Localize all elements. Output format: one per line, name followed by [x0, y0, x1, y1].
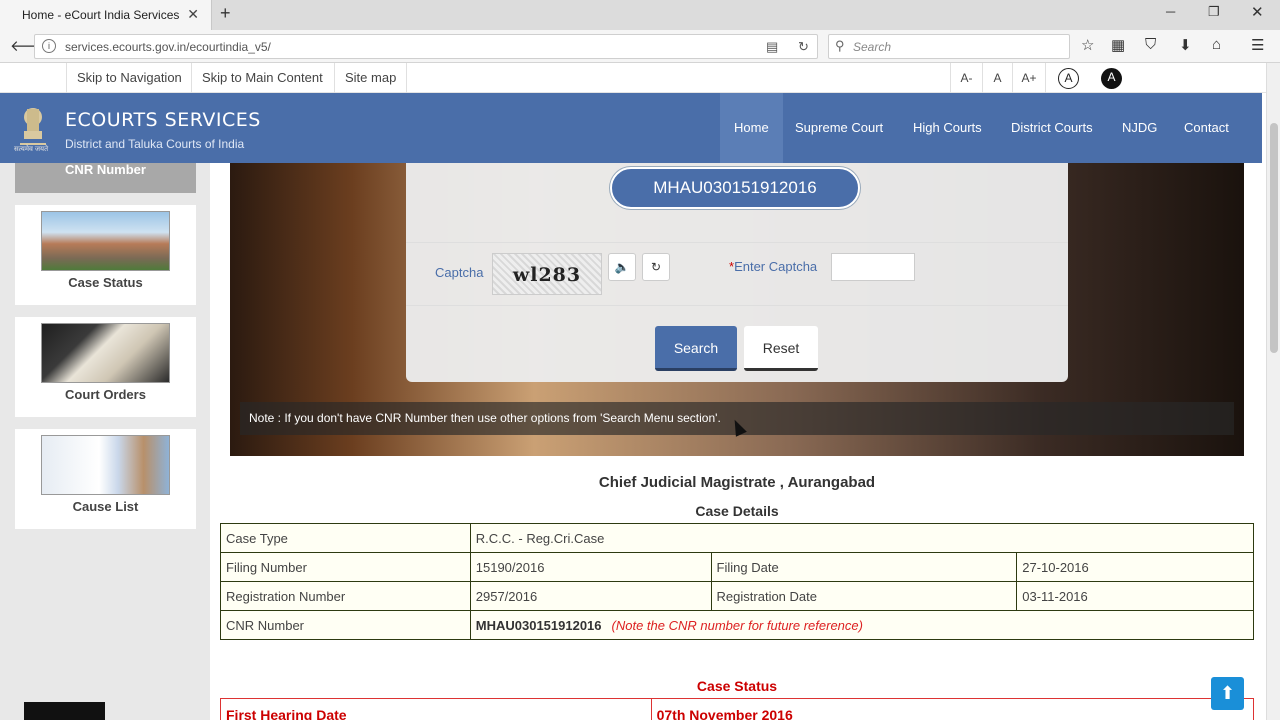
cnr-note: (Note the CNR number for future referenc…: [611, 617, 863, 633]
case-status-card[interactable]: Case Status: [15, 205, 196, 305]
nav-supreme-court[interactable]: Supreme Court: [781, 93, 897, 163]
site-title: ECOURTS SERVICES: [65, 109, 261, 131]
cause-list-image: [41, 435, 170, 495]
cause-list-label: Cause List: [72, 499, 139, 514]
enter-captcha-label: *Enter Captcha: [729, 259, 817, 274]
reader-view-icon[interactable]: ▤: [766, 39, 778, 55]
pocket-icon[interactable]: ⛉: [1145, 36, 1156, 53]
cnr-number-tab[interactable]: CNR Number: [15, 163, 196, 193]
reload-icon[interactable]: ↻: [798, 39, 809, 55]
enter-captcha-text: Enter Captcha: [734, 259, 818, 274]
restore-icon[interactable]: ❐: [1208, 4, 1220, 20]
minimize-icon[interactable]: ─: [1166, 4, 1175, 19]
arrow-up-icon: ⬆: [1219, 683, 1236, 703]
cause-list-card[interactable]: Cause List: [15, 429, 196, 529]
court-orders-label: Court Orders: [65, 387, 146, 402]
case-status-label: Case Status: [68, 275, 143, 290]
url-text: services.ecourts.gov.in/ecourtindia_v5/: [65, 40, 271, 54]
window-close-icon[interactable]: ✕: [1251, 3, 1264, 21]
case-type-value: R.C.C. - Reg.Cri.Case: [469, 523, 1255, 553]
filing-number-value: 15190/2016: [469, 552, 712, 582]
court-orders-image: [41, 323, 170, 383]
registration-number-value: 2957/2016: [469, 581, 712, 611]
registration-date-value: 03-11-2016: [1016, 581, 1254, 611]
table-row: First Hearing Date 07th November 2016: [220, 698, 1255, 720]
search-menu-sidebar: CNR Number Case Status Court Orders Caus…: [0, 163, 210, 720]
filing-date-label: Filing Date: [710, 552, 1018, 582]
captcha-image: wl283: [492, 253, 602, 295]
cnr-number-value: MHAU030151912016: [475, 617, 602, 633]
filing-number-label: Filing Number: [220, 552, 471, 582]
library-icon[interactable]: ▦: [1111, 36, 1125, 54]
site-info-icon[interactable]: i: [42, 39, 56, 53]
captcha-row: Captcha wl283 🔈 ↻ *Enter Captcha: [406, 242, 1068, 306]
home-icon[interactable]: ⌂: [1212, 36, 1221, 53]
page-scroll-thumb[interactable]: [1270, 123, 1278, 353]
search-button[interactable]: Search: [655, 326, 737, 371]
first-hearing-value: 07th November 2016: [650, 698, 1255, 720]
captcha-label: Captcha: [435, 265, 484, 280]
case-details-heading: Case Details: [695, 503, 779, 519]
light-contrast-button[interactable]: A: [1058, 68, 1079, 89]
nav-njdg[interactable]: NJDG: [1108, 93, 1171, 163]
case-status-heading: Case Status: [696, 678, 778, 694]
court-name: Chief Judicial Magistrate , Aurangabad: [598, 474, 876, 491]
first-hearing-label: First Hearing Date: [220, 698, 652, 720]
filing-date-value: 27-10-2016: [1016, 552, 1254, 582]
site-header: सत्यमेव जयते ECOURTS SERVICES District a…: [0, 93, 1262, 205]
page-scrollbar[interactable]: [1266, 63, 1280, 720]
nav-contact-us[interactable]: Contact Us: [1170, 93, 1262, 205]
download-icon[interactable]: ⬇: [1179, 36, 1192, 54]
tab-close-icon[interactable]: ✕: [187, 6, 199, 23]
court-orders-card[interactable]: Court Orders: [15, 317, 196, 417]
reset-button[interactable]: Reset: [744, 326, 818, 371]
case-details-table: Case Type R.C.C. - Reg.Cri.Case Filing N…: [220, 523, 1255, 640]
sidebar-scroll-handle[interactable]: [24, 702, 105, 720]
font-larger-button[interactable]: A+: [1012, 63, 1046, 93]
menu-icon[interactable]: ☰: [1251, 36, 1264, 54]
scroll-to-top-button[interactable]: ⬆: [1211, 677, 1244, 710]
case-status-image: [41, 211, 170, 271]
nav-district-courts[interactable]: District Courts: [997, 93, 1107, 163]
table-row: CNR Number MHAU030151912016 (Note the CNR…: [220, 610, 1255, 640]
search-placeholder: Search: [853, 40, 892, 54]
browser-search-box[interactable]: ⚲ Search: [828, 34, 1070, 59]
font-normal-button[interactable]: A: [982, 63, 1012, 93]
browser-tab[interactable]: Home - eCourt India Services ✕: [0, 0, 212, 30]
table-row: Case Type R.C.C. - Reg.Cri.Case: [220, 523, 1255, 553]
emblem-caption: सत्यमेव जयते: [14, 146, 49, 153]
new-tab-icon[interactable]: +: [220, 3, 231, 24]
cnr-search-banner: MHAU030151912016 Captcha wl283 🔈 ↻ *Ente…: [230, 163, 1244, 456]
accessibility-bar: Skip to Navigation Skip to Main Content …: [0, 63, 1266, 93]
search-icon: ⚲: [835, 38, 845, 53]
browser-tab-bar: Home - eCourt India Services ✕ + ─ ❐ ✕: [0, 0, 1280, 30]
cnr-search-panel: MHAU030151912016 Captcha wl283 🔈 ↻ *Ente…: [406, 163, 1068, 382]
cnr-number-tab-label: CNR Number: [65, 162, 146, 177]
font-smaller-button[interactable]: A-: [950, 63, 982, 93]
cnr-number-display[interactable]: MHAU030151912016: [610, 167, 860, 209]
address-bar[interactable]: i services.ecourts.gov.in/ecourtindia_v5…: [34, 34, 818, 59]
site-subtitle: District and Taluka Courts of India: [65, 137, 245, 151]
tab-title: Home - eCourt India Services: [22, 8, 180, 22]
dark-contrast-button[interactable]: A: [1101, 68, 1122, 89]
case-status-table: First Hearing Date 07th November 2016: [220, 698, 1255, 720]
captcha-input[interactable]: [831, 253, 915, 281]
skip-navigation-link[interactable]: Skip to Navigation: [66, 63, 192, 93]
table-row: Filing Number 15190/2016 Filing Date 27-…: [220, 552, 1254, 582]
skip-main-content-link[interactable]: Skip to Main Content: [191, 63, 333, 93]
table-row: Registration Number 2957/2016 Registrati…: [220, 581, 1254, 611]
captcha-refresh-icon[interactable]: ↻: [642, 253, 670, 281]
site-map-link[interactable]: Site map: [334, 63, 408, 93]
registration-number-label: Registration Number: [220, 581, 471, 611]
nav-home[interactable]: Home: [720, 93, 783, 163]
registration-date-label: Registration Date: [710, 581, 1018, 611]
cnr-number-label: CNR Number: [220, 610, 471, 640]
captcha-audio-icon[interactable]: 🔈: [608, 253, 636, 281]
nav-high-courts[interactable]: High Courts: [899, 93, 996, 163]
case-type-label: Case Type: [220, 523, 471, 553]
bookmark-star-icon[interactable]: ☆: [1081, 36, 1094, 54]
cnr-number-cell: MHAU030151912016 (Note the CNR number for…: [469, 610, 1255, 640]
